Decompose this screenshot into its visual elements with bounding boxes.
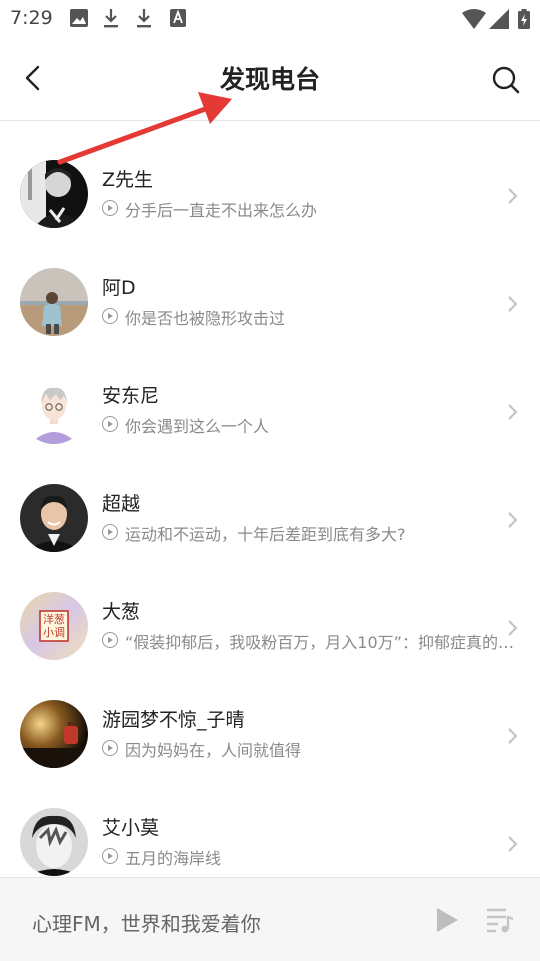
station-name: 大葱	[102, 601, 141, 623]
station-subtitle: 运动和不运动，十年后差距到底有多大?	[102, 521, 522, 545]
station-row[interactable]: 洋葱小调 大葱 “假装抑郁后，我吸粉百万，月入10万”：抑郁症真的能…	[0, 552, 540, 660]
page-title: 发现电台	[219, 65, 320, 94]
station-name: 阿D	[102, 277, 136, 299]
chevron-right-icon	[508, 512, 518, 528]
station-avatar	[20, 376, 88, 444]
station-avatar	[20, 160, 88, 228]
station-row[interactable]: 安东尼 你会遇到这么一个人	[0, 336, 540, 444]
station-row[interactable]: 阿D 你是否也被隐形攻击过	[0, 228, 540, 336]
search-icon[interactable]	[488, 62, 524, 98]
station-avatar	[20, 484, 88, 552]
status-bar: 7:29	[0, 0, 540, 36]
chevron-right-icon	[508, 404, 518, 420]
station-name: 超越	[102, 493, 141, 515]
station-name: 游园梦不惊_子晴	[102, 709, 245, 731]
station-name: Z先生	[102, 169, 154, 191]
download-icon	[104, 9, 118, 28]
station-row[interactable]: 游园梦不惊_子晴 因为妈妈在，人间就值得	[0, 660, 540, 768]
play-circle-icon	[102, 524, 118, 540]
station-subtitle: 分手后一直走不出来怎么办	[102, 197, 522, 221]
station-row[interactable]: 艾小莫 五月的海岸线	[0, 768, 540, 876]
station-episode: 你会遇到这么一个人	[125, 417, 270, 436]
play-circle-icon	[102, 308, 118, 324]
station-subtitle: 你会遇到这么一个人	[102, 413, 522, 437]
battery-icon	[518, 9, 530, 29]
font-a-icon	[170, 9, 186, 27]
station-episode: 分手后一直走不出来怎么办	[125, 201, 318, 220]
station-subtitle: “假装抑郁后，我吸粉百万，月入10万”：抑郁症真的能…	[102, 629, 522, 653]
playlist-icon[interactable]	[486, 906, 514, 934]
download-icon	[137, 9, 151, 28]
station-subtitle: 五月的海岸线	[102, 845, 522, 869]
chevron-right-icon	[508, 620, 518, 636]
station-list: Z先生 分手后一直走不出来怎么办 阿D 你是否也被隐形攻击过 安东尼 你会遇到这…	[0, 120, 540, 877]
status-time: 7:29	[10, 7, 53, 29]
play-circle-icon	[102, 632, 118, 648]
top-bar: 发现电台	[0, 36, 540, 121]
play-circle-icon	[102, 416, 118, 432]
station-episode: 你是否也被隐形攻击过	[125, 309, 286, 328]
now-playing-title: 心理FM，世界和我爱着你	[32, 912, 261, 936]
play-circle-icon	[102, 200, 118, 216]
station-subtitle: 因为妈妈在，人间就值得	[102, 737, 522, 761]
wifi-icon	[462, 9, 486, 29]
play-icon[interactable]	[434, 906, 460, 934]
station-subtitle: 你是否也被隐形攻击过	[102, 305, 522, 329]
station-episode: 五月的海岸线	[125, 849, 222, 868]
station-row[interactable]: 超越 运动和不运动，十年后差距到底有多大?	[0, 444, 540, 552]
station-episode: 因为妈妈在，人间就值得	[125, 741, 302, 760]
image-icon	[70, 9, 88, 27]
station-avatar	[20, 808, 88, 876]
avatar-stamp-text: 洋葱小调	[43, 613, 65, 639]
play-circle-icon	[102, 848, 118, 864]
chevron-right-icon	[508, 728, 518, 744]
station-episode: 运动和不运动，十年后差距到底有多大?	[125, 525, 406, 544]
chevron-right-icon	[508, 836, 518, 852]
chevron-right-icon	[508, 188, 518, 204]
station-episode: “假装抑郁后，我吸粉百万，月入10万”：抑郁症真的能…	[125, 633, 517, 652]
signal-icon	[489, 9, 509, 29]
station-row[interactable]: Z先生 分手后一直走不出来怎么办	[0, 120, 540, 228]
station-avatar: 洋葱小调	[20, 592, 88, 660]
station-avatar	[20, 700, 88, 768]
station-avatar	[20, 268, 88, 336]
play-circle-icon	[102, 740, 118, 756]
chevron-right-icon	[508, 296, 518, 312]
station-name: 安东尼	[102, 385, 160, 407]
station-name: 艾小莫	[102, 817, 160, 839]
